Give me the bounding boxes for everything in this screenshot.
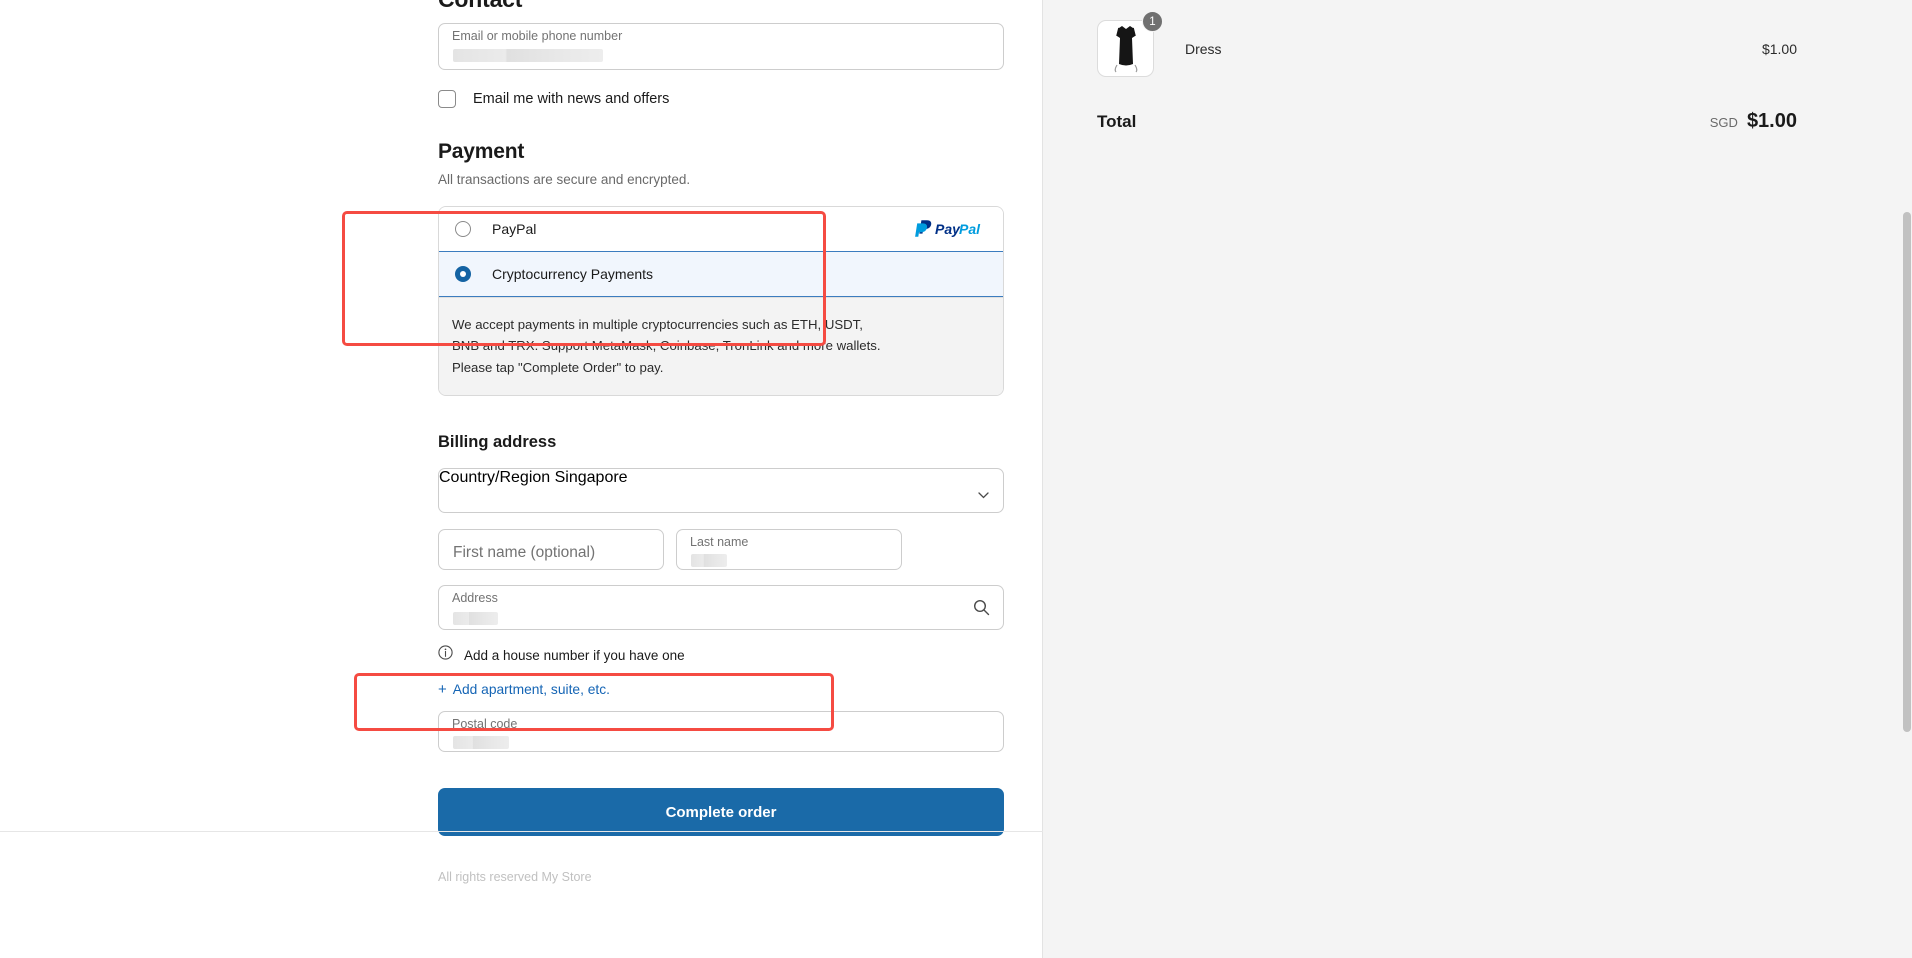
contact-heading: Contact xyxy=(438,0,1004,13)
house-number-hint-row: Add a house number if you have one xyxy=(438,645,1004,665)
search-icon[interactable] xyxy=(973,599,990,621)
paypal-text-pay: Pay xyxy=(935,221,961,237)
add-apartment-label: Add apartment, suite, etc. xyxy=(452,682,610,698)
first-name-field[interactable]: First name (optional) xyxy=(438,529,664,571)
add-apartment-link[interactable]: + Add apartment, suite, etc. xyxy=(438,681,1004,698)
email-field-label: Email or mobile phone number xyxy=(452,29,623,43)
currency-code: SGD xyxy=(1709,115,1738,130)
address-label: Address xyxy=(452,591,498,606)
country-region-label: Country/Region xyxy=(439,469,551,487)
product-thumbnail-wrap: 1 xyxy=(1097,11,1163,77)
email-field[interactable]: Email or mobile phone number xyxy=(438,23,1004,70)
quantity-badge: 1 xyxy=(1142,11,1163,32)
info-icon xyxy=(438,645,453,665)
cryptocurrency-radio[interactable] xyxy=(455,266,471,282)
payment-method-cryptocurrency[interactable]: Cryptocurrency Payments xyxy=(439,251,1003,297)
last-name-redacted-value xyxy=(691,554,727,568)
paypal-text-pal: Pal xyxy=(959,221,981,237)
page-scrollbar[interactable] xyxy=(1903,212,1911,732)
country-region-value: Singapore xyxy=(554,469,628,487)
newsletter-checkbox[interactable] xyxy=(438,90,456,108)
billing-address-heading: Billing address xyxy=(438,433,557,452)
footer-text: All rights reserved My Store xyxy=(438,870,592,884)
first-name-placeholder: First name (optional) xyxy=(453,544,596,562)
address-redacted-value xyxy=(453,612,498,626)
complete-order-button[interactable]: Complete order xyxy=(438,788,1004,837)
payment-subtitle: All transactions are secure and encrypte… xyxy=(438,172,691,187)
newsletter-checkbox-row[interactable]: Email me with news and offers xyxy=(438,90,1004,108)
postal-code-label: Postal code xyxy=(452,717,518,732)
paypal-label: PayPal xyxy=(492,221,537,237)
payment-method-paypal[interactable]: PayPal Pay Pal xyxy=(439,207,1003,251)
newsletter-label: Email me with news and offers xyxy=(473,91,670,107)
checkout-page: Contact Email or mobile phone number Ema… xyxy=(0,0,1912,958)
order-summary: 1 Dress $1.00 Total SGD $1.00 xyxy=(1097,11,1797,133)
total-amount: $1.00 xyxy=(1746,110,1797,132)
country-region-select[interactable]: Country/Region Singapore xyxy=(438,468,1004,514)
total-label: Total xyxy=(1097,112,1137,131)
line-item: 1 Dress $1.00 xyxy=(1097,11,1797,77)
total-row: Total SGD $1.00 xyxy=(1097,110,1797,133)
house-number-hint: Add a house number if you have one xyxy=(464,647,685,663)
checkout-form: Contact Email or mobile phone number Ema… xyxy=(438,0,1004,837)
line-item-name: Dress xyxy=(1185,40,1222,57)
email-field-row: Email or mobile phone number xyxy=(438,23,1004,70)
payment-section: Payment All transactions are secure and … xyxy=(438,140,1004,187)
cryptocurrency-description: We accept payments in multiple cryptocur… xyxy=(452,317,881,375)
total-value-group: SGD $1.00 xyxy=(1710,110,1797,133)
payment-heading: Payment xyxy=(438,140,525,163)
last-name-field[interactable]: Last name xyxy=(676,529,902,571)
last-name-label: Last name xyxy=(690,535,749,550)
plus-icon: + xyxy=(438,681,447,699)
dress-icon xyxy=(1114,25,1137,72)
name-fields-row: First name (optional) Last name xyxy=(438,529,1004,571)
chevron-down-icon xyxy=(978,486,989,499)
checkout-form-column: Contact Email or mobile phone number Ema… xyxy=(0,0,1043,958)
line-item-price: $1.00 xyxy=(1761,40,1797,57)
cryptocurrency-info-panel: We accept payments in multiple cryptocur… xyxy=(439,297,1003,396)
paypal-logo-icon: Pay Pal xyxy=(915,219,987,239)
footer-divider xyxy=(0,831,1043,832)
postal-code-redacted-value xyxy=(453,736,509,750)
order-summary-column: 1 Dress $1.00 Total SGD $1.00 xyxy=(1043,0,1912,958)
address-field[interactable]: Address xyxy=(438,585,1004,631)
paypal-radio[interactable] xyxy=(455,221,471,237)
payment-methods-group: PayPal Pay Pal Cryptocurrency Payments W… xyxy=(438,206,1004,397)
cryptocurrency-label: Cryptocurrency Payments xyxy=(492,266,654,282)
email-redacted-value xyxy=(453,49,603,62)
postal-code-field[interactable]: Postal code xyxy=(438,711,1004,753)
